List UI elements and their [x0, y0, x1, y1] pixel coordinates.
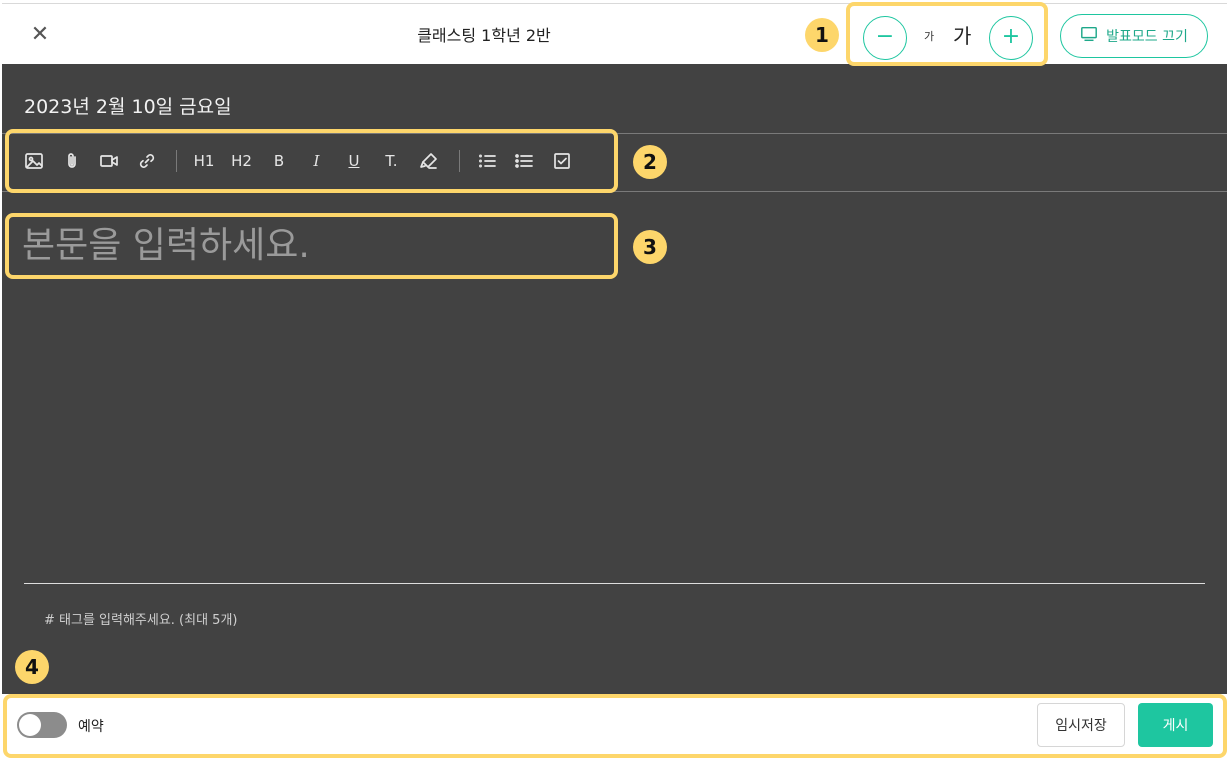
- editor-toolbar: H1 H2 B I U T.: [22, 149, 587, 173]
- monitor-icon: [1080, 25, 1098, 47]
- badge-4: 4: [15, 650, 49, 684]
- save-draft-button[interactable]: 임시저장: [1037, 703, 1125, 747]
- body-input[interactable]: [20, 216, 604, 274]
- text-size-button[interactable]: T.: [380, 149, 404, 173]
- highlighter-icon[interactable]: [417, 149, 441, 173]
- tag-input[interactable]: [42, 608, 446, 632]
- present-mode-off-button[interactable]: 발표모드 끄기: [1060, 14, 1208, 58]
- heading2-button[interactable]: H2: [230, 149, 254, 173]
- schedule-label: 예약: [78, 719, 104, 735]
- font-size-large-label: 가: [953, 24, 972, 48]
- toolbar-separator: [176, 150, 177, 172]
- post-button[interactable]: 게시: [1138, 703, 1213, 747]
- footer-bar: 예약 임시저장 게시: [2, 694, 1227, 758]
- toolbar-separator: [458, 150, 460, 172]
- schedule-toggle[interactable]: [17, 712, 67, 738]
- badge-1: 1: [805, 18, 839, 52]
- font-size-small-label: 가: [924, 30, 935, 43]
- attachment-icon[interactable]: [60, 149, 84, 173]
- editor-area: 2023년 2월 10일 금요일 H1 H2 B I U T.: [2, 64, 1227, 694]
- toolbar-top-divider: [2, 133, 1227, 134]
- toolbar-bottom-divider: [2, 191, 1227, 192]
- ordered-list-icon[interactable]: [475, 149, 499, 173]
- italic-button[interactable]: I: [305, 149, 329, 173]
- image-icon[interactable]: [22, 149, 46, 173]
- toggle-knob: [19, 714, 41, 736]
- header: ✕ 클래스팅 1학년 2반 − 가 가 + 발표모드 끄기: [2, 4, 1227, 64]
- bullet-list-icon[interactable]: [512, 149, 536, 173]
- badge-2: 2: [633, 145, 667, 179]
- post-date: 2023년 2월 10일 금요일: [24, 96, 232, 118]
- font-increase-button[interactable]: +: [989, 16, 1033, 60]
- badge-3: 3: [633, 230, 667, 264]
- present-mode-label: 발표모드 끄기: [1106, 29, 1188, 45]
- checklist-icon[interactable]: [550, 149, 574, 173]
- video-icon[interactable]: [97, 149, 121, 173]
- bold-button[interactable]: B: [267, 149, 291, 173]
- heading1-button[interactable]: H1: [192, 149, 216, 173]
- underline-button[interactable]: U: [342, 149, 366, 173]
- tag-divider: [24, 583, 1205, 584]
- link-icon[interactable]: [135, 149, 159, 173]
- font-decrease-button[interactable]: −: [863, 16, 907, 60]
